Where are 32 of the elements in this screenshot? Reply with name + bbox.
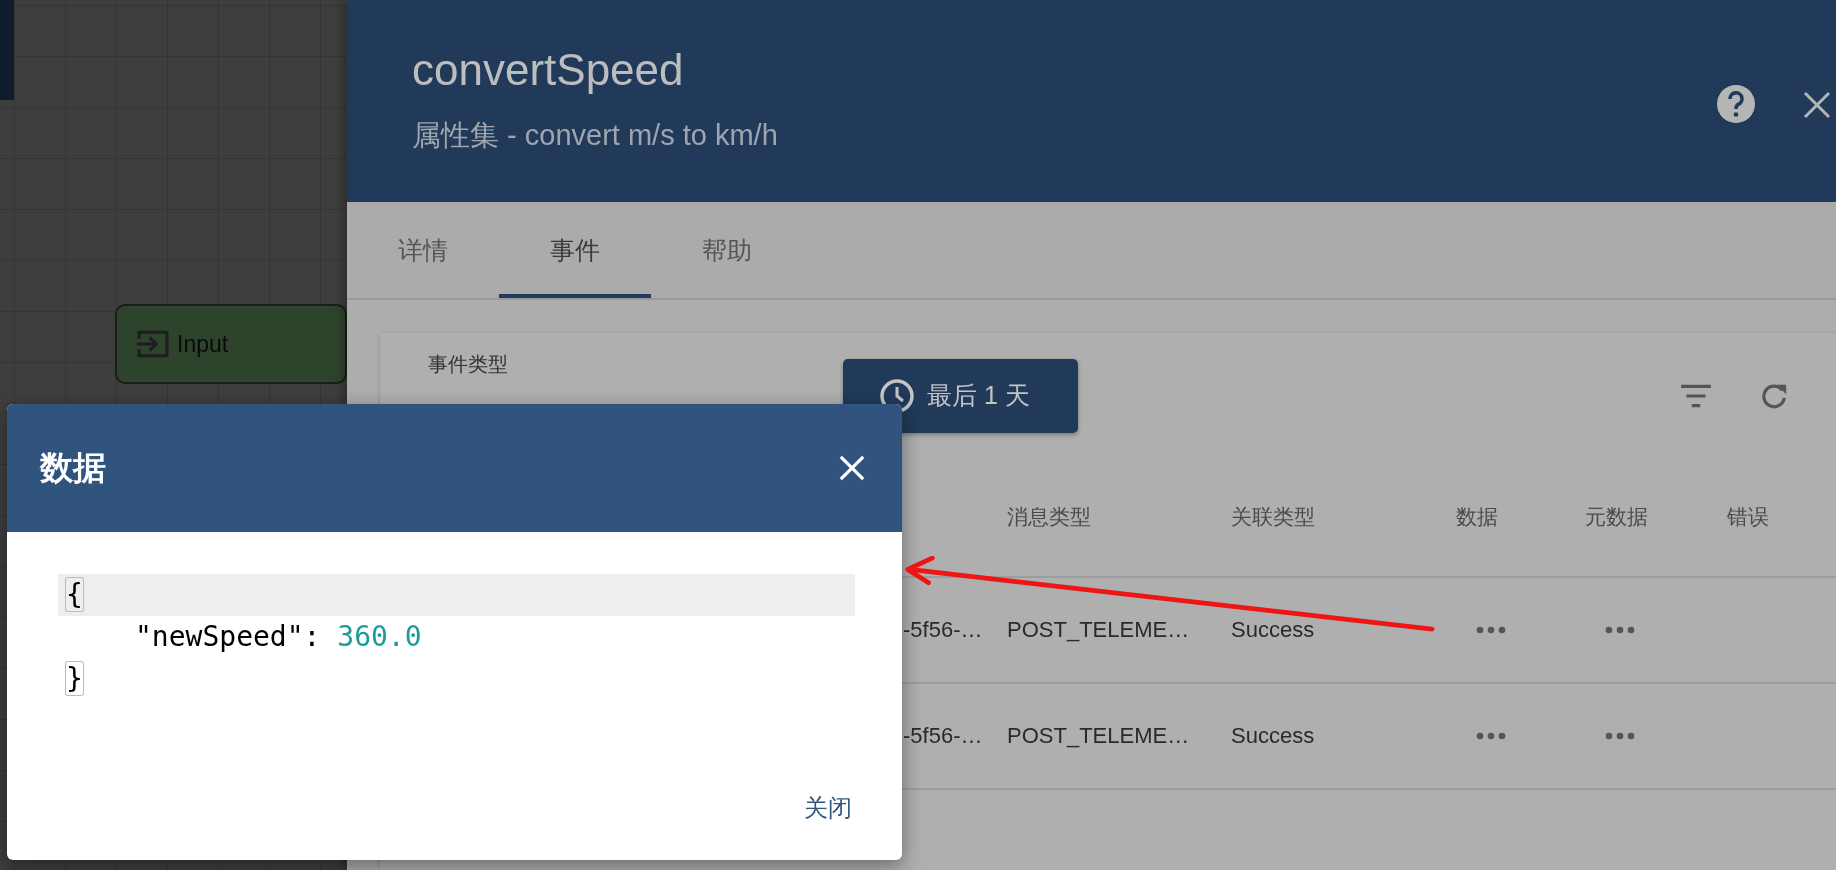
close-icon[interactable] [1802, 90, 1832, 120]
close-button[interactable]: 关闭 [798, 784, 858, 832]
code-brace: } [66, 662, 83, 695]
column-header[interactable]: 数据 [1456, 503, 1585, 531]
code-brace: { [66, 578, 83, 611]
table-cell: Success [1231, 723, 1315, 748]
panel-title: convertSpeed [412, 44, 685, 96]
tab[interactable]: 帮助 [651, 202, 803, 298]
input-icon [137, 330, 169, 358]
table-cell: -5f56-… [903, 617, 983, 642]
column-header[interactable]: 关联类型 [1231, 503, 1456, 531]
panel-subtitle: 属性集 - convert m/s to km/h [412, 118, 779, 153]
table-cell: POST_TELEME… [1007, 617, 1190, 642]
table-cell: -5f56-… [903, 723, 983, 748]
more-icon[interactable] [1476, 626, 1506, 634]
code-key: "newSpeed": [135, 620, 321, 653]
field-label: 事件类型 [428, 352, 509, 377]
tab[interactable]: 详情 [347, 202, 499, 298]
clock-icon [879, 377, 915, 414]
column-header[interactable]: 元数据 [1585, 503, 1727, 531]
dialog-title: 数据 [40, 447, 107, 488]
code-value: 360.0 [337, 620, 422, 653]
help-icon[interactable] [1716, 84, 1756, 124]
table-cell: POST_TELEME… [1007, 723, 1190, 748]
time-range-button[interactable]: 最后 1 天 [843, 358, 1078, 433]
table-cell: Success [1231, 617, 1315, 642]
node-label: Input [177, 330, 229, 358]
more-icon[interactable] [1605, 626, 1635, 634]
column-header[interactable]: 错误 [1727, 503, 1836, 531]
more-icon[interactable] [1476, 732, 1506, 740]
column-header[interactable]: 消息类型 [1007, 503, 1231, 531]
more-icon[interactable] [1605, 732, 1635, 740]
